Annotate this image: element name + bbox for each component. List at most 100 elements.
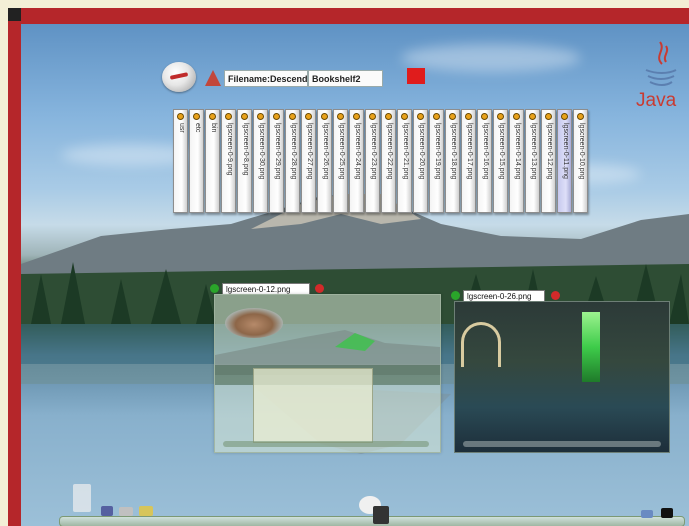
book-label: etc — [194, 123, 201, 133]
book-label: lgscreen-0-13.png — [530, 123, 537, 180]
book-item[interactable]: lgscreen-0-14.png — [509, 109, 524, 213]
book-icon — [481, 113, 488, 120]
book-item[interactable]: lgscreen-0-19.png — [429, 109, 444, 213]
clock-icon[interactable] — [139, 506, 153, 516]
window1-green-dot[interactable] — [210, 284, 219, 293]
book-icon — [497, 113, 504, 120]
book-icon — [257, 113, 264, 120]
book-item[interactable]: bin — [205, 109, 220, 213]
book-icon — [289, 113, 296, 120]
book-item[interactable]: lgscreen-0-8.png — [237, 109, 252, 213]
book-item[interactable]: usr — [173, 109, 188, 213]
bookshelf: usr etc bin lgscreen-0-9.png lgscreen-0-8.pn… — [173, 109, 591, 217]
red-square-icon[interactable] — [407, 68, 425, 84]
book-label: lgscreen-0-26.png — [322, 123, 329, 180]
book-item[interactable]: lgscreen-0-12.png — [541, 109, 556, 213]
book-icon — [369, 113, 376, 120]
book-label: usr — [178, 123, 185, 133]
window2[interactable] — [454, 301, 670, 453]
corner-square — [8, 8, 21, 21]
book-item[interactable]: lgscreen-0-25.png — [333, 109, 348, 213]
window1-close-dot[interactable] — [315, 284, 324, 293]
arch-building — [461, 322, 501, 367]
cone-icon[interactable] — [205, 70, 221, 86]
book-label: lgscreen-0-29.png — [274, 123, 281, 180]
book-label: lgscreen-0-17.png — [466, 123, 473, 180]
window1-scrollbar[interactable] — [223, 441, 429, 447]
book-item[interactable]: lgscreen-0-29.png — [269, 109, 284, 213]
book-label: lgscreen-0-11.png — [562, 123, 569, 179]
book-icon — [545, 113, 552, 120]
top-border — [8, 8, 689, 24]
book-icon — [209, 113, 216, 120]
book-label: lgscreen-0-14.png — [514, 123, 521, 180]
book-item[interactable]: lgscreen-0-18.png — [445, 109, 460, 213]
book-label: lgscreen-0-8.png — [242, 123, 249, 176]
book-icon — [321, 113, 328, 120]
book-icon — [529, 113, 536, 120]
book-label: lgscreen-0-27.png — [306, 123, 313, 180]
book-label: bin — [210, 123, 217, 133]
book-item[interactable]: lgscreen-0-21.png — [397, 109, 412, 213]
book-item[interactable]: lgscreen-0-15.png — [493, 109, 508, 213]
book-item[interactable]: lgscreen-0-10.png — [573, 109, 588, 213]
book-item[interactable]: lgscreen-0-20.png — [413, 109, 428, 213]
desktop-background: Filename:Descend Bookshelf2 usr etc bin lgs… — [21, 24, 689, 526]
computer-icon[interactable] — [101, 506, 113, 516]
book-icon — [177, 113, 184, 120]
book-label: lgscreen-0-30.png — [258, 123, 265, 180]
book-label: lgscreen-0-16.png — [482, 123, 489, 180]
bookshelf-field[interactable]: Bookshelf2 — [308, 70, 383, 87]
book-item[interactable]: etc — [189, 109, 204, 213]
book-label: lgscreen-0-9.png — [226, 123, 233, 176]
book-item[interactable]: lgscreen-0-24.png — [349, 109, 364, 213]
book-icon — [193, 113, 200, 120]
book-item[interactable]: lgscreen-0-27.png — [301, 109, 316, 213]
book-label: lgscreen-0-12.png — [546, 123, 553, 180]
screen-frame: Filename:Descend Bookshelf2 usr etc bin lgs… — [8, 8, 689, 526]
window1-inner-panel — [253, 368, 373, 443]
book-label: lgscreen-0-15.png — [498, 123, 505, 180]
book-item[interactable]: lgscreen-0-28.png — [285, 109, 300, 213]
book-label: lgscreen-0-10.png — [578, 123, 585, 180]
book-label: lgscreen-0-24.png — [354, 123, 361, 180]
book-icon — [417, 113, 424, 120]
bluetooth-icon[interactable] — [641, 510, 653, 518]
app-icon-2[interactable] — [373, 506, 389, 524]
book-icon — [305, 113, 312, 120]
book-icon — [337, 113, 344, 120]
folder-icon[interactable] — [119, 507, 133, 516]
book-label: lgscreen-0-23.png — [370, 123, 377, 180]
filename-field[interactable]: Filename:Descend — [224, 70, 308, 87]
book-icon — [225, 113, 232, 120]
taskbar-dock[interactable] — [59, 516, 685, 526]
book-label: lgscreen-0-28.png — [290, 123, 297, 180]
book-item[interactable]: lgscreen-0-9.png — [221, 109, 236, 213]
window2-green-dot[interactable] — [451, 291, 460, 300]
network-icon[interactable] — [661, 508, 673, 518]
tux-icon[interactable] — [73, 484, 91, 512]
book-label: lgscreen-0-25.png — [338, 123, 345, 180]
book-icon — [449, 113, 456, 120]
book-item[interactable]: lgscreen-0-30.png — [253, 109, 268, 213]
book-item[interactable]: lgscreen-0-13.png — [525, 109, 540, 213]
book-item[interactable]: lgscreen-0-26.png — [317, 109, 332, 213]
book-icon — [401, 113, 408, 120]
book-label: lgscreen-0-18.png — [450, 123, 457, 180]
book-icon — [353, 113, 360, 120]
book-item[interactable]: lgscreen-0-17.png — [461, 109, 476, 213]
java-logo-text: Java — [636, 90, 677, 111]
book-icon — [385, 113, 392, 120]
book-item[interactable]: lgscreen-0-16.png — [477, 109, 492, 213]
book-item[interactable]: lgscreen-0-23.png — [365, 109, 380, 213]
book-icon — [561, 113, 568, 120]
window2-close-dot[interactable] — [551, 291, 560, 300]
green-tower — [582, 312, 600, 382]
window2-scrollbar[interactable] — [463, 441, 661, 447]
book-item[interactable]: lgscreen-0-22.png — [381, 109, 396, 213]
ufo-icon — [225, 308, 283, 338]
book-label: lgscreen-0-20.png — [418, 123, 425, 180]
book-item[interactable]: lgscreen-0-11.png — [557, 109, 572, 213]
book-label: lgscreen-0-21.png — [402, 123, 409, 180]
left-border — [8, 8, 21, 526]
